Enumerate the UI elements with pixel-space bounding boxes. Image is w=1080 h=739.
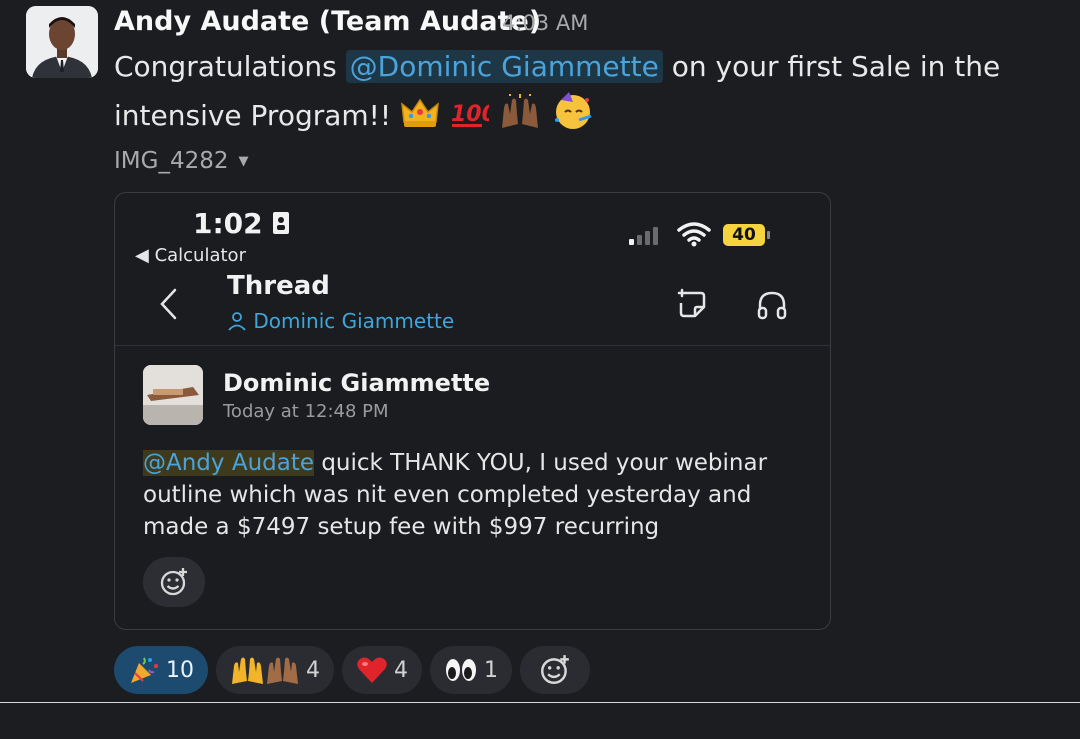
reaction-count: 1 (484, 657, 498, 683)
reaction-raising-hands[interactable]: 4 (216, 646, 334, 694)
reaction-bar: 10 4 4 1 (114, 646, 590, 694)
raising-hands-emoji (498, 94, 542, 144)
thread-participant: Dominic Giammette (227, 309, 454, 333)
battery-tip (767, 231, 770, 239)
reaction-party-popper[interactable]: 10 (114, 646, 208, 694)
chevron-down-icon: ▼ (238, 154, 249, 169)
crown-emoji (400, 96, 440, 144)
bottom-divider (0, 702, 1080, 703)
party-popper-icon (131, 657, 158, 683)
reaction-count: 10 (166, 657, 194, 683)
user-mention[interactable]: @Dominic Giammette (345, 50, 663, 83)
reaction-red-heart[interactable]: 4 (342, 646, 422, 694)
post-add-reaction (143, 557, 205, 607)
cellular-signal-icon (629, 227, 658, 245)
partying-face-emoji (551, 90, 595, 144)
reaction-count: 4 (394, 657, 408, 683)
thread-divider (115, 345, 830, 346)
back-to-app-link: ◀ Calculator (135, 245, 246, 266)
attachment-toggle[interactable]: IMG_4282 ▼ (114, 148, 248, 174)
svg-text:100: 100 (451, 102, 489, 127)
attachment-filename: IMG_4282 (114, 148, 229, 174)
add-reaction-icon (160, 568, 187, 596)
author-name[interactable]: Andy Audate (Team Audate) (114, 6, 541, 37)
post-author-name: Dominic Giammette (223, 369, 491, 397)
author-avatar[interactable] (26, 6, 98, 78)
post-author-avatar (143, 365, 203, 425)
message-text-before: Congratulations (114, 50, 346, 83)
new-note-icon (677, 288, 706, 318)
wifi-icon (677, 222, 711, 247)
id-badge-icon (273, 212, 290, 234)
message-timestamp[interactable]: 4:03 AM (502, 11, 588, 35)
phone-time-text: 1:02 (193, 207, 263, 240)
eyes-icon (446, 659, 476, 681)
phone-status-time: 1:02 (193, 207, 290, 240)
add-reaction-button[interactable] (520, 646, 590, 694)
image-attachment[interactable]: 1:02 ◀ Calculator 40 Thread Dominic Giam… (114, 192, 831, 630)
red-heart-icon (357, 657, 387, 683)
person-icon (228, 312, 246, 331)
post-body: @Andy Audate quick THANK YOU, I used you… (143, 447, 813, 543)
battery-indicator: 40 (723, 224, 765, 246)
headphones-icon (757, 291, 787, 320)
reaction-count: 4 (306, 657, 320, 683)
reaction-eyes[interactable]: 1 (430, 646, 512, 694)
back-chevron-icon (160, 288, 177, 320)
post-timestamp: Today at 12:48 PM (223, 401, 389, 422)
add-reaction-icon (541, 655, 569, 684)
thread-participant-name: Dominic Giammette (253, 309, 455, 333)
raising-hands-icon (232, 657, 298, 684)
hundred-points-emoji: 100 (449, 96, 497, 144)
thread-title: Thread (227, 271, 330, 301)
post-mention: @Andy Audate (143, 450, 315, 476)
message-body: Congratulations @Dominic Giammette on yo… (114, 44, 1074, 144)
